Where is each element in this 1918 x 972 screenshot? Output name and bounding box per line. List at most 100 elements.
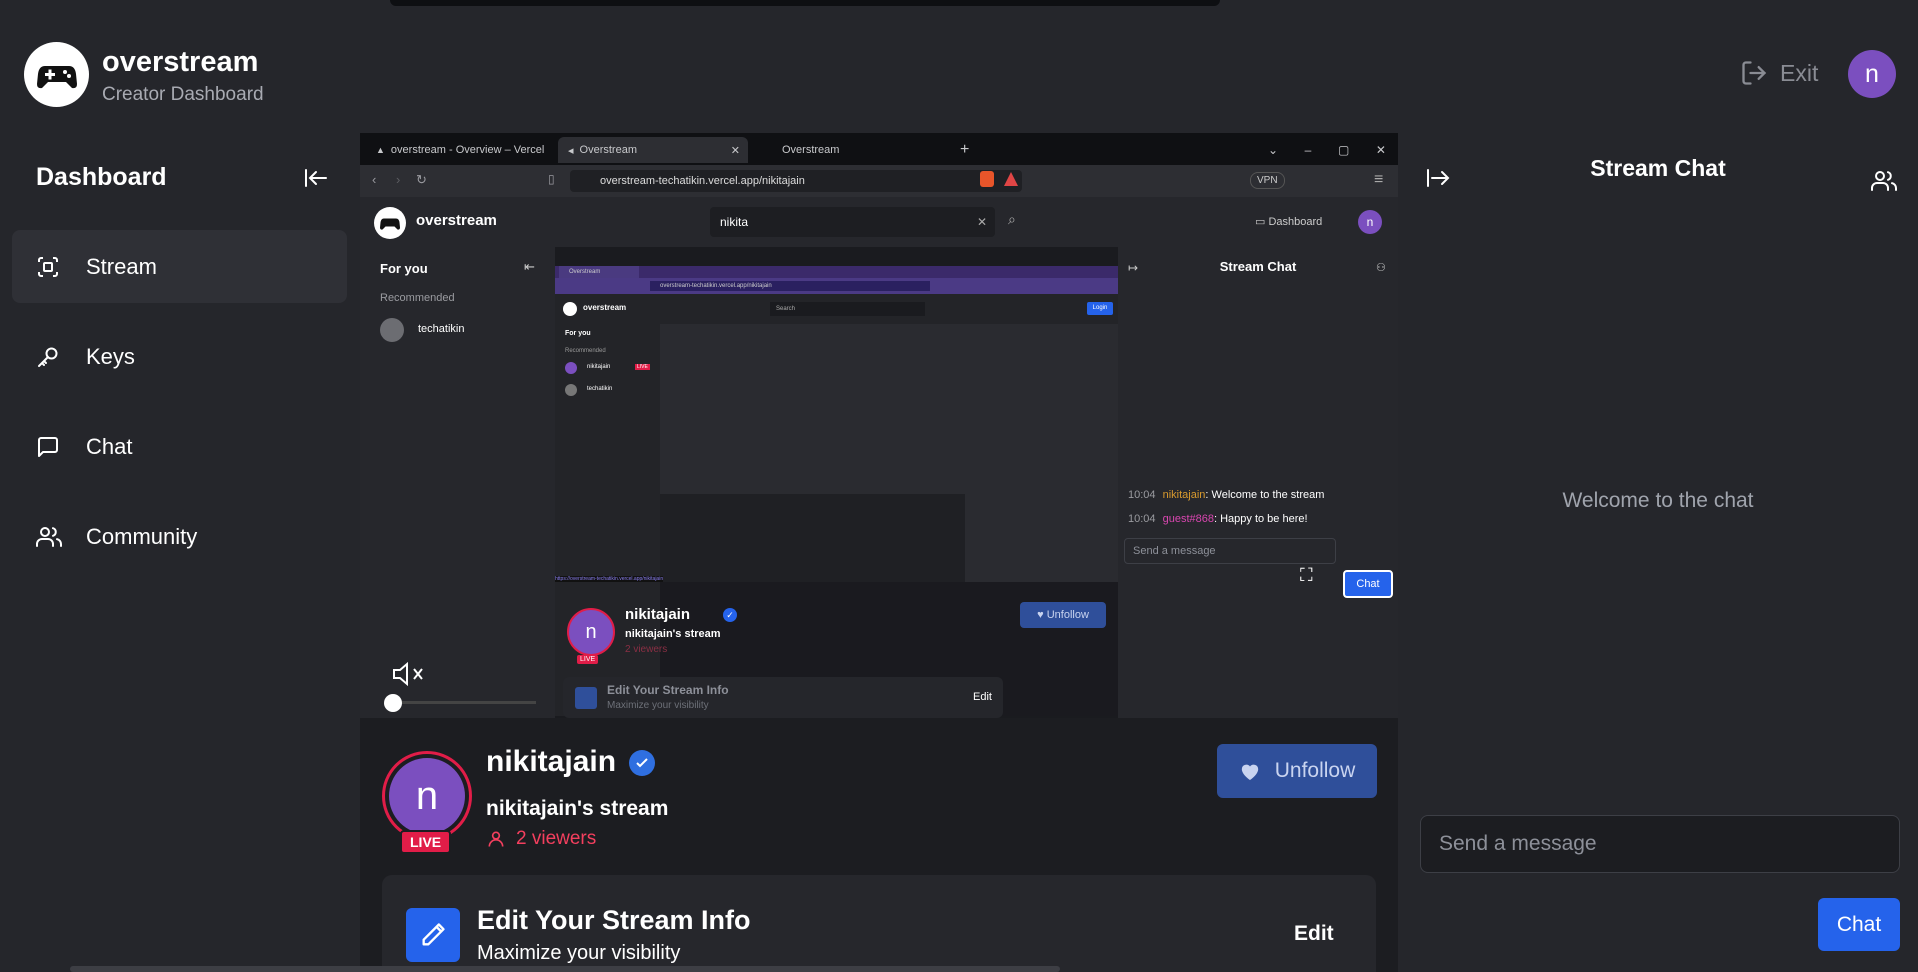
dashboard-label: Dashboard [1268,216,1323,228]
preview-profile: n LIVE nikitajain ✓ nikitajain's stream … [555,598,1118,718]
chevron-down-icon[interactable]: ⌄ [1268,143,1278,157]
preview-sidebar: For you ⇤ Recommended techatikin [360,247,555,718]
nested-recommended: Recommended [565,348,606,354]
preview-send-input[interactable]: Send a message [1124,538,1336,564]
sidebar: Dashboard Stream Keys Chat Community [0,133,360,972]
community-button[interactable] [1871,169,1897,198]
avatar[interactable] [380,318,404,342]
viewer-count-label: 2 viewers [516,828,597,849]
sidebar-item-stream[interactable]: Stream [12,230,347,303]
chat-send-button[interactable]: Chat [1818,898,1900,951]
brave-icon[interactable] [980,171,994,187]
nested-header: overstream Search Login [555,294,1118,324]
nested-live-badge: LIVE [635,364,650,370]
nested-logo [563,302,577,316]
window-top-strip [390,0,1220,6]
gamepad-icon [380,218,400,230]
recommended-user[interactable]: techatikin [418,323,464,335]
scan-icon [38,256,58,277]
preview-edit-sub: Maximize your visibility [607,700,709,711]
user-avatar[interactable]: n [1848,50,1896,98]
live-badge: LIVE [400,830,452,854]
preview-brand: overstream [416,212,497,229]
menu-icon[interactable]: ≡ [1374,171,1383,189]
preview-search-input[interactable]: nikita ✕ [710,207,995,237]
preview-edit-card: Edit Your Stream Info Maximize your visi… [563,677,1003,718]
unfollow-label: Unfollow [1046,609,1089,621]
exit-button[interactable]: Exit [1740,59,1818,87]
volume-mute-icon[interactable] [392,661,426,687]
volume-slider[interactable] [386,701,536,704]
stream-preview[interactable]: ▲ overstream - Overview – Vercel ◂ Overs… [360,133,1398,718]
preview-avatar[interactable]: n [1358,210,1382,234]
key-icon [38,347,58,367]
nested-url: overstream-techatikin.vercel.app/nikitaj… [650,281,930,291]
reload-icon[interactable]: ↻ [416,172,427,188]
chat-welcome: Welcome to the chat [1562,489,1754,512]
fullscreen-icon[interactable]: ⛶ [1300,565,1313,586]
verified-icon: ✓ [723,608,737,622]
tab-label: Overstream [782,144,840,156]
verified-icon [629,750,655,776]
sidebar-item-community[interactable]: Community [12,500,347,573]
close-tab-icon[interactable]: ✕ [731,144,740,157]
preview-dashboard-link[interactable]: ▭ Dashboard [1255,215,1322,228]
logo[interactable] [24,42,89,107]
preview-unfollow-button[interactable]: ♥ Unfollow [1020,602,1106,628]
browser-tab[interactable]: Overstream [756,137,936,163]
preview-chat: ↦ Stream Chat ⚇ 10:04 nikitajain: Welcom… [1118,247,1398,718]
collapse-sidebar-button[interactable] [303,167,329,194]
browser-tab-active[interactable]: ◂ Overstream ✕ [558,137,748,163]
message-user: guest#868 [1162,513,1214,525]
collapse-icon[interactable]: ⇤ [524,259,535,275]
maximize-icon[interactable]: ▢ [1338,143,1349,157]
edit-button[interactable]: Edit [1294,922,1334,946]
sidebar-item-label: Stream [86,253,157,279]
address-bar[interactable]: overstream-techatikin.vercel.app/nikitaj… [570,170,1022,192]
search-value: nikita [720,215,749,229]
chat-message: 10:04 nikitajain: Welcome to the stream [1128,489,1324,501]
preview-logo[interactable] [374,207,406,239]
nested-info [660,494,965,582]
browser-tab[interactable]: ▲ overstream - Overview – Vercel [366,137,556,163]
unfollow-button[interactable]: Unfollow [1217,744,1377,798]
search-icon[interactable]: ⌕ [1008,211,1016,228]
horizontal-scrollbar[interactable] [70,966,1060,972]
new-tab-button[interactable]: + [950,137,980,163]
forward-icon[interactable]: › [396,172,400,187]
window-controls[interactable]: ⌄ – ▢ ✕ [1258,137,1398,163]
chat-message-input[interactable]: Send a message [1420,815,1900,873]
bookmark-icon[interactable]: ▯ [548,172,555,186]
users-icon[interactable]: ⚇ [1376,261,1386,274]
nested-user1: nikitajain [587,364,611,370]
nested-search: Search [770,302,925,316]
back-icon[interactable]: ‹ [372,172,376,187]
user-icon [488,831,504,847]
preview-live-badge: LIVE [577,655,599,664]
nested-chat [965,324,1118,582]
chat-title: Stream Chat [1590,155,1726,181]
browser-tab-bar: ▲ overstream - Overview – Vercel ◂ Overs… [360,133,1398,165]
volume-slider-handle[interactable] [384,694,402,712]
preview-edit-button[interactable]: Edit [973,691,992,703]
unfollow-label: Unfollow [1274,759,1356,782]
nested-tabbar: Overstream [555,266,1118,278]
speaker-icon: ◂ [568,144,574,157]
close-icon[interactable]: ✕ [1376,143,1386,157]
preview-chat-button[interactable]: Chat [1343,570,1393,598]
clear-search-icon[interactable]: ✕ [977,207,987,237]
rewards-icon[interactable] [1004,172,1018,186]
exit-label: Exit [1780,59,1819,86]
stream-avatar[interactable]: n [382,751,472,841]
for-you-label: For you [380,261,428,276]
preview-stream-title: nikitajain's stream [625,628,721,640]
sidebar-item-chat[interactable]: Chat [12,410,347,483]
minimize-icon[interactable]: – [1305,143,1312,157]
nested-urlbar: overstream-techatikin.vercel.app/nikitaj… [555,278,1118,294]
sidebar-item-keys[interactable]: Keys [12,320,347,393]
vpn-badge[interactable]: VPN [1250,172,1285,189]
message-user: nikitajain [1162,489,1206,501]
heart-icon [1241,764,1258,781]
preview-profile-avatar[interactable]: n [567,608,615,656]
edit-card-subtitle: Maximize your visibility [477,942,681,964]
